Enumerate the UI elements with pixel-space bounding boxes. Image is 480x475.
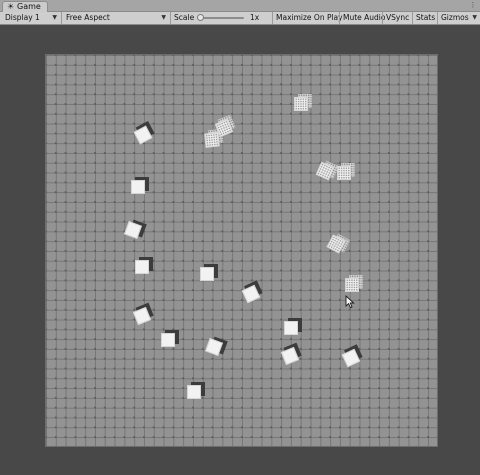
aspect-dropdown-label: Free Aspect: [66, 13, 110, 22]
display-dropdown[interactable]: Display 1 ▼: [2, 13, 60, 23]
cube: [294, 94, 312, 111]
cube: [135, 257, 153, 274]
scale-label: Scale: [174, 13, 195, 22]
maximize-on-play-toggle[interactable]: Maximize On Play: [273, 13, 343, 23]
cube: [131, 177, 149, 194]
game-controller-icon: ☀: [7, 2, 15, 11]
aspect-dropdown[interactable]: Free Aspect ▼: [63, 13, 169, 23]
mute-audio-toggle[interactable]: Mute Audio: [340, 13, 385, 23]
toolbar-divider: [61, 12, 62, 24]
tab-game-label: Game: [17, 2, 41, 11]
cube: [187, 382, 205, 399]
cube: [345, 275, 363, 292]
game-window: ☀ Game ⋮ Display 1 ▼ Free Aspect ▼ Scale…: [0, 0, 480, 475]
arrow-cursor-icon: [345, 295, 355, 309]
game-toolbar: Display 1 ▼ Free Aspect ▼ Scale 1x Maxim…: [0, 12, 480, 25]
cube: [204, 128, 224, 148]
tab-game[interactable]: ☀ Game: [2, 1, 48, 12]
scale-value: 1x: [250, 13, 260, 22]
cube: [200, 264, 218, 281]
gizmos-dropdown-label: Gizmos: [441, 13, 469, 22]
scale-slider-handle[interactable]: [197, 14, 204, 21]
stats-toggle[interactable]: Stats: [413, 13, 437, 23]
vsync-toggle[interactable]: VSync: [383, 13, 412, 23]
tab-bar: ☀ Game ⋮: [0, 0, 480, 12]
game-viewport[interactable]: [0, 25, 480, 475]
chevron-down-icon: ▼: [472, 14, 477, 21]
grid-floor: [45, 54, 438, 447]
tab-menu-icon[interactable]: ⋮: [469, 1, 477, 9]
display-dropdown-label: Display 1: [5, 13, 40, 22]
chevron-down-icon: ▼: [161, 14, 166, 21]
gizmos-dropdown[interactable]: Gizmos ▼: [438, 13, 480, 23]
cube: [284, 318, 302, 335]
cube: [161, 330, 179, 347]
cube: [337, 163, 355, 180]
chevron-down-icon: ▼: [52, 14, 57, 21]
scale-slider[interactable]: [202, 17, 244, 19]
